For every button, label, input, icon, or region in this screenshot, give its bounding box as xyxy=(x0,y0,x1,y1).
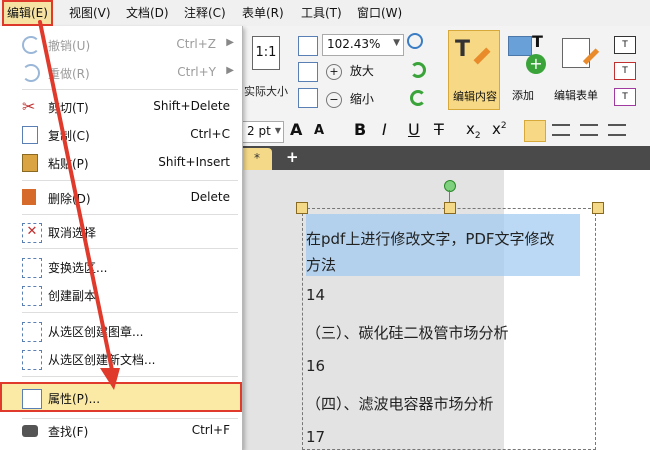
annotation-arrow xyxy=(38,20,120,390)
